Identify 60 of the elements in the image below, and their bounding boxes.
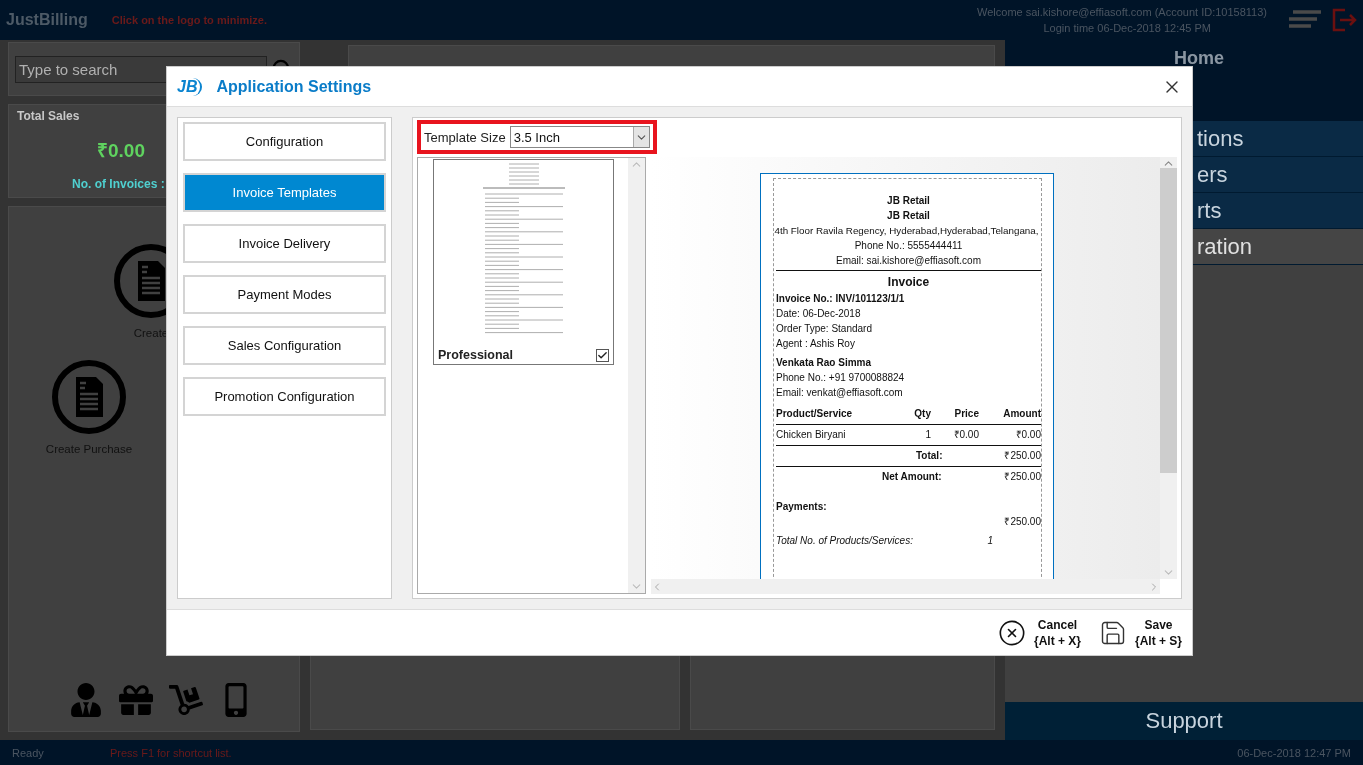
- invoice-count-label: No. of Invoices :: [72, 177, 165, 191]
- column-header: Price: [953, 407, 979, 421]
- table-cell-text: ₹0.00: [952, 428, 979, 442]
- customer-name: Venkata Rao Simma: [776, 356, 873, 370]
- invoice-detail: Date: 06-Dec-2018: [776, 307, 862, 321]
- welcome-text: Welcome sai.kishore@effiasoft.com (Account ID:10158113): [977, 6, 1267, 18]
- minimize-hint: Click on the logo to minimize.: [111, 14, 267, 26]
- template-name: Professional: [438, 348, 514, 362]
- status-datetime: 06-Dec-2018 12:47 PM: [1237, 746, 1351, 759]
- login-time: Login time 06-Dec-2018 12:45 PM: [1043, 22, 1211, 34]
- item-count-label: Total No. of Products/Services:: [776, 534, 913, 548]
- sales-amount: ₹0.00: [97, 139, 145, 163]
- invoice-detail: Agent : Ashis Roy: [776, 337, 856, 351]
- shortcut-hint: Press F1 for shortcut list.: [110, 746, 232, 759]
- sales-title: Total Sales: [17, 109, 80, 123]
- settings-menu-item[interactable]: Invoice Delivery: [183, 224, 386, 263]
- receipt-header-line: JB Retail: [886, 209, 931, 223]
- customer-detail: Phone No.: +91 9700088824: [776, 371, 906, 385]
- net-amount-value: ₹250.00: [1004, 470, 1041, 484]
- template-card[interactable]: Professional: [433, 159, 614, 365]
- receipt-address: 4th Floor Ravila Regency, Hyderabad,Hyderabad,Telangana,: [773, 224, 1040, 238]
- save-button[interactable]: Save {Alt + S}: [1099, 616, 1182, 649]
- template-checkbox[interactable]: [596, 348, 609, 362]
- gift-icon[interactable]: [119, 683, 153, 717]
- net-amount-label: Net Amount:: [882, 470, 942, 484]
- table-cell-text: Chicken Biryani: [776, 428, 847, 442]
- menu-icon[interactable]: [1289, 10, 1321, 30]
- total-label: Total:: [916, 449, 943, 463]
- column-header: Amount: [1002, 407, 1041, 421]
- support-button[interactable]: Support: [1005, 702, 1363, 740]
- invoice-detail: Order Type: Standard: [776, 322, 873, 336]
- cancel-button[interactable]: Cancel {Alt + X}: [997, 616, 1081, 649]
- home-title: Home: [1174, 48, 1224, 69]
- close-circle-icon: [997, 618, 1026, 647]
- logout-icon[interactable]: [1331, 7, 1357, 33]
- settings-menu-item[interactable]: Configuration: [183, 122, 386, 161]
- dialog-logo: JB: [177, 77, 203, 96]
- receipt-title: Invoice: [886, 275, 931, 289]
- total-value: ₹250.00: [1004, 449, 1041, 463]
- column-header: Product/Service: [776, 407, 854, 421]
- person-icon[interactable]: [69, 683, 103, 717]
- hand-truck-icon[interactable]: [169, 683, 203, 717]
- settings-menu-item[interactable]: Invoice Templates: [183, 173, 386, 212]
- settings-menu-item[interactable]: Sales Configuration: [183, 326, 386, 365]
- settings-menu-item[interactable]: Payment Modes: [183, 275, 386, 314]
- table-cell-text: 1: [924, 428, 931, 442]
- item-count-value: 1: [987, 534, 993, 548]
- settings-menu-item[interactable]: Promotion Configuration: [183, 377, 386, 416]
- receipt-header-line: Email: sai.kishore@effiasoft.com: [835, 254, 982, 268]
- status-text: Ready: [12, 746, 45, 759]
- payment-amount: ₹250.00: [1003, 515, 1041, 529]
- template-size-label: Template Size: [424, 129, 506, 145]
- table-cell-text: ₹0.00: [1014, 428, 1041, 442]
- template-size-select[interactable]: 3.5 Inch: [509, 126, 650, 148]
- payments-label: Payments:: [776, 500, 828, 514]
- column-header: Qty: [913, 407, 931, 421]
- customer-detail: Email: venkat@effiasoft.com: [776, 386, 904, 400]
- invoice-number: Invoice No.: INV/101123/1/1: [776, 292, 906, 306]
- receipt-header-line: Phone No.: 5555444411: [853, 239, 964, 253]
- receipt-header-line: JB Retail: [886, 194, 931, 208]
